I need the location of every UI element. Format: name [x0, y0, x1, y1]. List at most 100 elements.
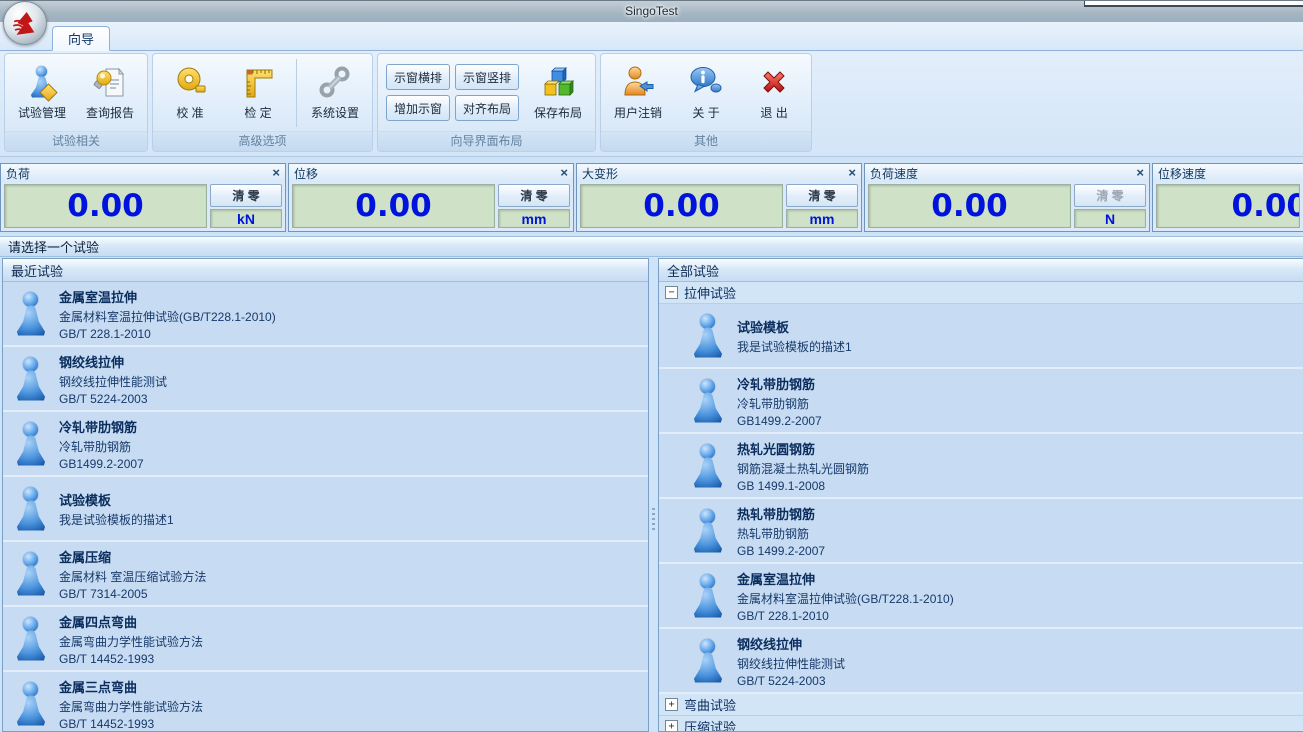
test-manage-icon — [31, 64, 53, 100]
meter-load: 负荷 × 0.00 清 零 kN — [0, 163, 286, 232]
button-label: 检 定 — [244, 104, 271, 121]
ribbon: 试验管理 查询报告 试验相关 — [0, 51, 1303, 157]
group-label: 向导界面布局 — [378, 131, 595, 151]
pawn-icon — [693, 509, 723, 553]
meter-value: 0.00 — [4, 184, 207, 228]
splitter-grip-icon — [652, 508, 655, 532]
meter-title: 负荷速度 — [870, 165, 918, 182]
meter-unit: N — [1074, 209, 1146, 228]
test-desc: 钢筋混凝土热轧光圆钢筋 — [737, 460, 869, 477]
test-desc: 我是试验模板的描述1 — [737, 338, 852, 355]
close-icon[interactable]: × — [848, 167, 856, 179]
tree-node-compression[interactable]: + 压缩试验 — [659, 716, 1303, 732]
tree-node-label: 压缩试验 — [684, 717, 736, 732]
save-layout-button[interactable]: 保存布局 — [525, 61, 591, 125]
about-button[interactable]: 关 于 — [673, 61, 739, 125]
verify-button[interactable]: 检 定 — [225, 61, 291, 125]
pawn-icon — [16, 422, 46, 466]
align-layout-button[interactable]: 对齐布局 — [455, 95, 519, 121]
meter-unit: kN — [210, 209, 282, 228]
meter-title: 位移 — [294, 165, 318, 182]
group-label: 试验相关 — [5, 131, 147, 151]
clear-zero-button[interactable]: 清 零 — [786, 184, 858, 207]
expand-icon[interactable]: + — [665, 720, 678, 732]
test-desc: 热轧带肋钢筋 — [737, 525, 825, 542]
tree-node-bending[interactable]: + 弯曲试验 — [659, 694, 1303, 716]
test-title: 冷轧带肋钢筋 — [737, 374, 822, 393]
group-separator — [296, 59, 297, 127]
meter-value: 0.00 — [580, 184, 783, 228]
meter-unit: mm — [498, 209, 570, 228]
tab-wizard[interactable]: 向导 — [52, 26, 110, 51]
meter-row: 负荷 × 0.00 清 零 kN 位移 × 0.00 清 零 mm 大变形 × — [0, 163, 1303, 232]
user-logout-button[interactable]: 用户注销 — [605, 61, 671, 125]
group-test-related: 试验管理 查询报告 试验相关 — [4, 53, 148, 152]
test-standard: GB 1499.2-2007 — [737, 544, 825, 558]
test-desc: 冷轧带肋钢筋 — [737, 395, 822, 412]
close-icon[interactable]: × — [560, 167, 568, 179]
test-title: 金属室温拉伸 — [59, 287, 276, 306]
calibrate-button[interactable]: 校 准 — [157, 61, 223, 125]
test-standard: GB/T 228.1-2010 — [737, 609, 954, 623]
pawn-icon — [16, 292, 46, 336]
list-item[interactable]: 钢绞线拉伸 钢绞线拉伸性能测试 GB/T 5224-2003 — [3, 347, 648, 412]
expand-icon[interactable]: + — [665, 698, 678, 711]
button-label: 退 出 — [760, 104, 787, 121]
test-title: 热轧带肋钢筋 — [737, 504, 825, 523]
tree-node-tension[interactable]: − 拉伸试验 — [659, 282, 1303, 304]
clear-zero-button[interactable]: 清 零 — [210, 184, 282, 207]
meter-displacement: 位移 × 0.00 清 零 mm — [288, 163, 574, 232]
list-item[interactable]: 金属室温拉伸 金属材料室温拉伸试验(GB/T228.1-2010) GB/T 2… — [3, 282, 648, 347]
test-manage-button[interactable]: 试验管理 — [9, 61, 75, 125]
exit-button[interactable]: 退 出 — [741, 61, 807, 125]
list-item[interactable]: 试验模板 我是试验模板的描述1 — [3, 477, 648, 542]
list-item[interactable]: 冷轧带肋钢筋 冷轧带肋钢筋 GB1499.2-2007 — [3, 412, 648, 477]
test-desc: 钢绞线拉伸性能测试 — [737, 655, 845, 672]
button-label: 保存布局 — [534, 104, 582, 121]
add-display-button[interactable]: 增加示窗 — [386, 95, 450, 121]
panel-splitter[interactable] — [650, 258, 658, 732]
main-panels: 最近试验 金属室温拉伸 金属材料室温拉伸试验(GB/T228.1-2010) G… — [0, 258, 1303, 732]
test-standard: GB 1499.1-2008 — [737, 479, 869, 493]
list-item[interactable]: 钢绞线拉伸 钢绞线拉伸性能测试 GB/T 5224-2003 — [659, 629, 1303, 694]
group-other: 用户注销 关 于 — [600, 53, 812, 152]
test-desc: 金属材料室温拉伸试验(GB/T228.1-2010) — [737, 590, 954, 607]
list-item[interactable]: 热轧光圆钢筋 钢筋混凝土热轧光圆钢筋 GB 1499.1-2008 — [659, 434, 1303, 499]
test-standard: GB/T 7314-2005 — [59, 587, 206, 601]
list-item[interactable]: 金属室温拉伸 金属材料室温拉伸试验(GB/T228.1-2010) GB/T 2… — [659, 564, 1303, 629]
query-report-button[interactable]: 查询报告 — [77, 61, 143, 125]
app-menu-button[interactable] — [3, 1, 47, 45]
list-item[interactable]: 金属压缩 金属材料 室温压缩试验方法 GB/T 7314-2005 — [3, 542, 648, 607]
about-icon — [689, 64, 723, 100]
list-item[interactable]: 热轧带肋钢筋 热轧带肋钢筋 GB 1499.2-2007 — [659, 499, 1303, 564]
test-standard: GB/T 5224-2003 — [737, 674, 845, 688]
singotest-window: { "window": { "title": "SingoTest" }, "i… — [0, 0, 1303, 732]
pawn-icon — [693, 314, 723, 358]
list-item[interactable]: 金属四点弯曲 金属弯曲力学性能试验方法 GB/T 14452-1993 — [3, 607, 648, 672]
display-vertical-button[interactable]: 示窗竖排 — [455, 64, 519, 90]
test-desc: 钢绞线拉伸性能测试 — [59, 373, 167, 390]
collapse-icon[interactable]: − — [665, 286, 678, 299]
list-item[interactable]: 冷轧带肋钢筋 冷轧带肋钢筋 GB1499.2-2007 — [659, 369, 1303, 434]
list-item[interactable]: 金属三点弯曲 金属弯曲力学性能试验方法 GB/T 14452-1993 — [3, 672, 648, 732]
display-horizontal-button[interactable]: 示窗横排 — [386, 64, 450, 90]
system-settings-button[interactable]: 系统设置 — [302, 61, 368, 125]
test-desc: 我是试验模板的描述1 — [59, 511, 174, 528]
meter-value: 0.00 — [1156, 184, 1300, 228]
query-report-icon — [93, 64, 127, 100]
test-standard: GB1499.2-2007 — [737, 414, 822, 428]
meter-unit: mm — [786, 209, 858, 228]
tape-measure-icon — [173, 64, 207, 100]
button-label: 查询报告 — [86, 104, 134, 121]
pawn-icon — [693, 379, 723, 423]
group-wizard-layout: 示窗横排 示窗竖排 增加示窗 对齐布局 保存布局 向导界面布局 — [377, 53, 596, 152]
test-standard: GB1499.2-2007 — [59, 457, 144, 471]
meter-title: 负荷 — [6, 165, 30, 182]
close-icon[interactable]: × — [1136, 167, 1144, 179]
close-icon[interactable]: × — [272, 167, 280, 179]
test-desc: 金属弯曲力学性能试验方法 — [59, 633, 203, 650]
list-item[interactable]: 试验模板 我是试验模板的描述1 — [659, 304, 1303, 369]
group-advanced-options: 校 准 检 定 — [152, 53, 373, 152]
clear-zero-button[interactable]: 清 零 — [498, 184, 570, 207]
test-desc: 冷轧带肋钢筋 — [59, 438, 144, 455]
